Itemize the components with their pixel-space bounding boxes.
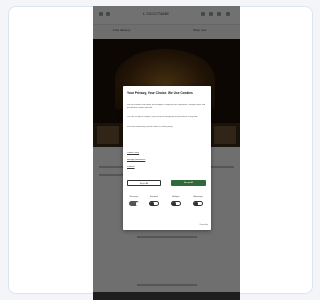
consent-paragraph: We use cookies and similar technologies … (127, 104, 206, 109)
manage-preferences-link[interactable]: Manage preferences (127, 159, 207, 162)
powered-by-label: Powered by (199, 225, 208, 226)
analytics-toggle[interactable] (171, 201, 181, 206)
category-necessary: Necessary (125, 196, 143, 210)
consent-title: Your Privacy, Your Choice. We Use Cookie… (127, 91, 193, 95)
reject-all-button[interactable]: Reject All (127, 180, 161, 186)
category-label: Functional (149, 196, 159, 198)
category-label: Advertising (193, 196, 203, 198)
necessary-toggle[interactable] (129, 201, 139, 206)
partners-link[interactable]: Partners (127, 166, 207, 169)
accept-all-button[interactable]: Accept All (171, 180, 206, 186)
toggle-knob (150, 202, 154, 206)
category-label: Analytics (172, 196, 180, 198)
category-analytics: Analytics (167, 196, 185, 210)
consent-paragraph: For more information, please read our co… (127, 126, 173, 128)
toggle-knob (172, 202, 176, 206)
category-functional: Functional (145, 196, 163, 210)
toggle-knob (194, 202, 198, 206)
category-advertising: Advertising (189, 196, 207, 210)
cookie-consent-dialog: Your Privacy, Your Choice. We Use Cookie… (123, 86, 211, 230)
cookie-policy-link[interactable]: Cookie Policy (127, 152, 207, 155)
mobile-screenshot: L'OCCITANE Free delivery Shop now Your P… (93, 6, 240, 300)
functional-toggle[interactable] (149, 201, 159, 206)
category-label: Necessary (129, 196, 139, 198)
advertising-toggle[interactable] (193, 201, 203, 206)
consent-paragraph: You can accept all cookies, reject them … (127, 116, 199, 118)
toggle-knob (135, 202, 139, 206)
